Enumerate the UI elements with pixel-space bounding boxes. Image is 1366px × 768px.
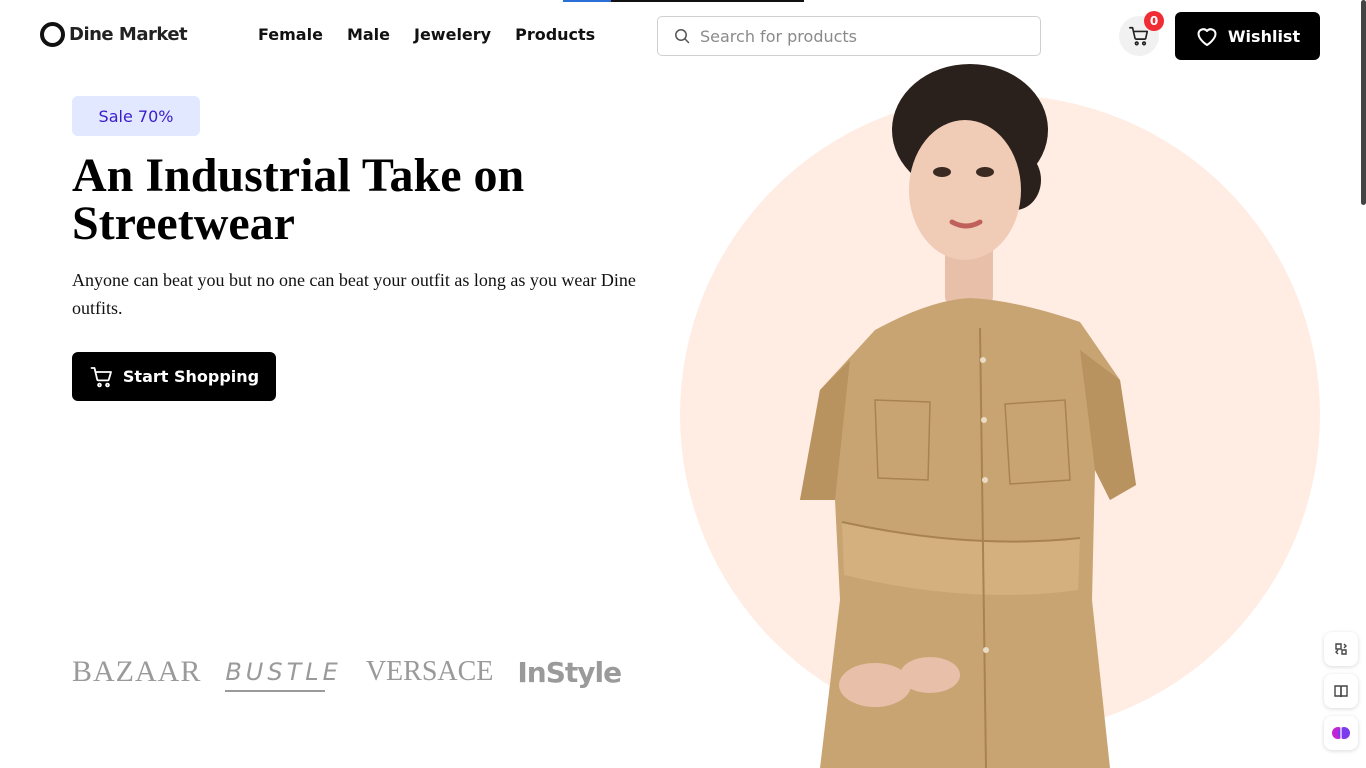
search-icon [675, 29, 690, 44]
start-shopping-label: Start Shopping [122, 367, 260, 386]
nav-item-products[interactable]: Products [515, 25, 595, 44]
book-icon [1334, 685, 1348, 698]
hero-model-image [800, 64, 1136, 768]
translate-button[interactable] [1324, 632, 1358, 666]
logo[interactable]: Dine Market [40, 22, 188, 47]
wishlist-button[interactable]: Wishlist [1175, 12, 1320, 60]
cart-button[interactable]: 0 [1119, 11, 1164, 56]
brand-logo-instyle: InStyle [517, 655, 622, 689]
logo-ring-icon [40, 22, 65, 47]
brand-logo-bazaar: BAZAAR [72, 655, 202, 688]
heart-icon [1197, 28, 1217, 46]
brand-logos: BAZAAR BUSTLE VERSACE InStyle [72, 655, 622, 692]
nav-item-male[interactable]: Male [347, 25, 390, 44]
search-bar[interactable] [657, 16, 1041, 56]
cart-icon [90, 366, 112, 387]
main-nav: Female Male Jewelery Products [258, 25, 595, 44]
cart-count-badge: 0 [1144, 11, 1164, 31]
hero-title: An Industrial Take on Streetwear [72, 149, 525, 250]
ai-assistant-button[interactable] [1324, 716, 1358, 750]
scrollbar-thumb[interactable] [1361, 0, 1366, 205]
brand-logo-versace: VERSACE [365, 656, 494, 687]
search-input[interactable] [700, 26, 1020, 46]
side-toolbar [1324, 632, 1362, 750]
logo-text: Dine Market [69, 24, 188, 45]
sale-badge: Sale 70% [72, 96, 200, 136]
translate-icon [1335, 643, 1347, 655]
nav-item-female[interactable]: Female [258, 25, 323, 44]
start-shopping-button[interactable]: Start Shopping [72, 352, 276, 401]
hero-description: Anyone can beat you but no one can beat … [72, 270, 636, 318]
nav-item-jewelery[interactable]: Jewelery [414, 25, 491, 44]
brain-icon [1332, 727, 1350, 739]
wishlist-label: Wishlist [1227, 26, 1301, 46]
reader-button[interactable] [1324, 674, 1358, 708]
brand-logo-bustle: BUSTLE [225, 658, 342, 692]
